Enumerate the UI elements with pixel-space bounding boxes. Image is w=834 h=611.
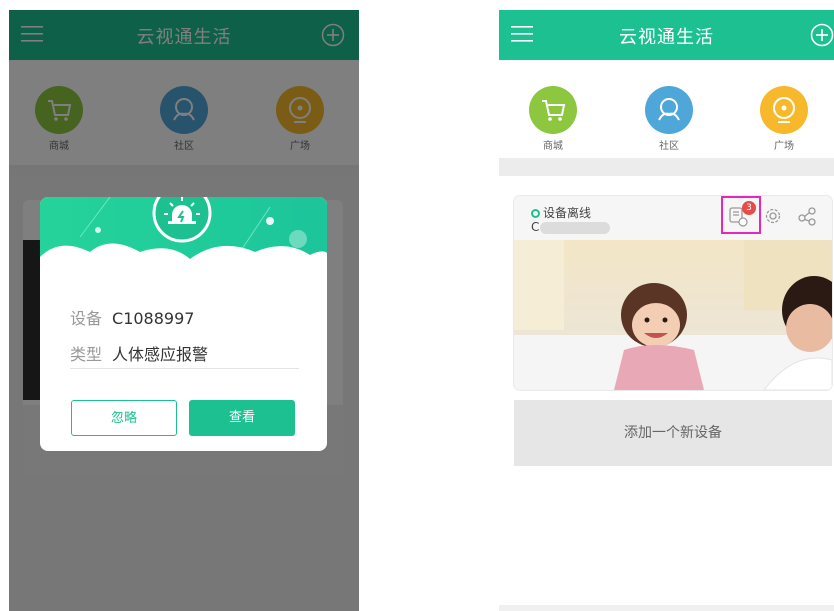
plaza-icon	[760, 86, 808, 134]
nav-label: 广场	[774, 141, 794, 152]
nav-label: 社区	[659, 141, 679, 152]
cart-icon	[529, 86, 577, 134]
right-screen: 云视通生活 商城 社区 广场 设备离线 C 3 添加一个新设备	[499, 10, 834, 611]
community-icon	[645, 86, 693, 134]
type-value: 人体感应报警	[112, 345, 209, 364]
gear-icon[interactable]	[762, 205, 784, 227]
device-key: 设备	[70, 309, 103, 328]
device-name-redacted	[540, 222, 610, 234]
divider	[499, 158, 834, 176]
share-icon[interactable]	[796, 205, 818, 227]
camera-preview-image[interactable]	[514, 240, 832, 390]
bottom-edge	[499, 605, 834, 611]
ignore-button[interactable]: 忽略	[71, 400, 177, 436]
device-name: C	[531, 220, 540, 234]
divider	[70, 368, 299, 369]
device-status: 设备离线	[531, 204, 591, 221]
type-key: 类型	[70, 345, 103, 364]
alarm-icon	[152, 197, 212, 243]
device-status-text: 设备离线	[543, 206, 592, 220]
type-row: 类型 人体感应报警	[70, 341, 208, 365]
alarm-dialog: 设备 C1088997 类型 人体感应报警 忽略 查看	[40, 197, 327, 451]
device-card[interactable]: 设备离线 C 3	[514, 196, 832, 390]
nav-label: 商城	[543, 141, 563, 152]
device-row: 设备 C1088997	[70, 305, 194, 329]
add-icon[interactable]	[810, 23, 834, 47]
device-card-header: 设备离线 C 3	[514, 196, 832, 240]
app-title: 云视通生活	[619, 27, 714, 48]
device-value: C1088997	[112, 309, 195, 328]
nav-item-plaza[interactable]: 广场	[749, 86, 819, 152]
nav-item-shop[interactable]: 商城	[518, 86, 588, 152]
quick-nav: 商城 社区 广场	[499, 60, 834, 165]
offline-status-icon	[531, 209, 540, 218]
app-header: 云视通生活	[499, 10, 834, 60]
view-button[interactable]: 查看	[189, 400, 295, 436]
add-device-button[interactable]: 添加一个新设备	[514, 400, 832, 466]
nav-item-community[interactable]: 社区	[634, 86, 704, 152]
message-count-badge: 3	[742, 201, 756, 215]
left-screen: 云视通生活 商城 社区	[9, 10, 359, 611]
